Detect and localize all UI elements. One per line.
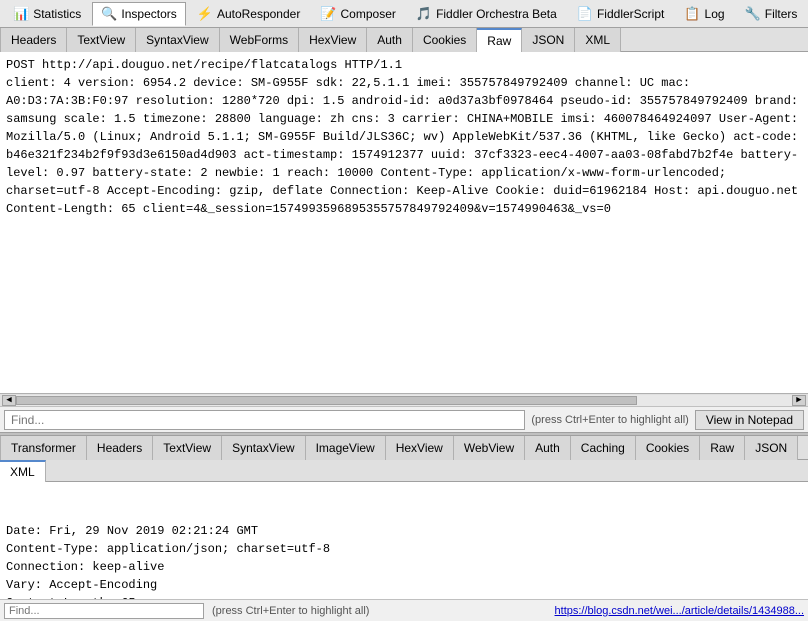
- composer-icon: 📝: [320, 6, 336, 22]
- tab-response-cookies[interactable]: Cookies: [636, 436, 700, 460]
- tab-request-xml[interactable]: XML: [575, 28, 621, 52]
- tab-request-cookies[interactable]: Cookies: [413, 28, 477, 52]
- tab-request-headers[interactable]: Headers: [0, 28, 67, 52]
- request-text-area: POST http://api.douguo.net/recipe/flatca…: [0, 52, 808, 393]
- fiddlerscript-icon: 📄: [577, 6, 593, 22]
- request-url-link[interactable]: http://api.douguo.net/recipe/flatcatalog…: [42, 58, 402, 72]
- tab-request-raw[interactable]: Raw: [477, 28, 522, 52]
- tab-response-headers[interactable]: Headers: [87, 436, 153, 460]
- tab-response-textview[interactable]: TextView: [153, 436, 222, 460]
- request-first-line: POST http://api.douguo.net/recipe/flatca…: [6, 56, 802, 74]
- filters-icon: 🔧: [745, 6, 761, 22]
- view-notepad-button[interactable]: View in Notepad: [695, 410, 804, 430]
- tab-response-raw[interactable]: Raw: [700, 436, 745, 460]
- tab-response-hexview[interactable]: HexView: [386, 436, 454, 460]
- tab-response-transformer[interactable]: Transformer: [0, 436, 87, 460]
- response-tab-bar: Transformer Headers TextView SyntaxView …: [0, 436, 808, 460]
- log-icon: 📋: [684, 6, 700, 22]
- tab-request-syntaxview[interactable]: SyntaxView: [136, 28, 219, 52]
- tab-request-textview[interactable]: TextView: [67, 28, 136, 52]
- tab-response-webview[interactable]: WebView: [454, 436, 525, 460]
- autoresponder-label: AutoResponder: [217, 7, 300, 21]
- inspectors-icon: 🔍: [101, 6, 117, 22]
- filters-label: Filters: [765, 7, 798, 21]
- tab-response-xml[interactable]: XML: [0, 460, 46, 482]
- tab-response-caching[interactable]: Caching: [571, 436, 636, 460]
- nav-item-fiddlerscript[interactable]: 📄 FiddlerScript: [568, 2, 674, 26]
- nav-item-composer[interactable]: 📝 Composer: [311, 2, 405, 26]
- response-bottom-bar: (press Ctrl+Enter to highlight all) http…: [0, 599, 808, 621]
- nav-item-fiddler-orchestra[interactable]: 🎵 Fiddler Orchestra Beta: [407, 2, 566, 26]
- hscroll-track[interactable]: [16, 395, 792, 406]
- post-label: POST: [6, 58, 42, 72]
- app-container: 📊 Statistics 🔍 Inspectors ⚡ AutoResponde…: [0, 0, 808, 621]
- nav-item-inspectors[interactable]: 🔍 Inspectors: [92, 2, 186, 26]
- request-find-input[interactable]: [4, 410, 525, 430]
- nav-item-log[interactable]: 📋 Log: [675, 2, 733, 26]
- response-sub-tab-bar: XML: [0, 460, 808, 482]
- request-hscroll[interactable]: ◀ ▶: [0, 393, 808, 406]
- fiddler-orchestra-label: Fiddler Orchestra Beta: [436, 7, 557, 21]
- inspectors-label: Inspectors: [121, 7, 176, 21]
- fiddler-orchestra-icon: 🎵: [416, 6, 432, 22]
- statistics-icon: 📊: [13, 6, 29, 22]
- top-nav-bar: 📊 Statistics 🔍 Inspectors ⚡ AutoResponde…: [0, 0, 808, 28]
- response-find-input[interactable]: [4, 603, 204, 619]
- composer-label: Composer: [341, 7, 396, 21]
- request-panel: Headers TextView SyntaxView WebForms Hex…: [0, 28, 808, 432]
- tab-request-auth[interactable]: Auth: [367, 28, 413, 52]
- response-text-area: Date: Fri, 29 Nov 2019 02:21:24 GMT Cont…: [0, 482, 808, 599]
- tab-response-auth[interactable]: Auth: [525, 436, 571, 460]
- tab-response-imageview[interactable]: ImageView: [306, 436, 386, 460]
- request-find-hint: (press Ctrl+Enter to highlight all): [525, 414, 694, 426]
- hscroll-left-btn[interactable]: ◀: [2, 395, 16, 406]
- tab-request-webforms[interactable]: WebForms: [220, 28, 299, 52]
- response-find-hint: (press Ctrl+Enter to highlight all): [208, 605, 373, 617]
- tab-response-json[interactable]: JSON: [745, 436, 798, 460]
- nav-item-autoresponder[interactable]: ⚡ AutoResponder: [188, 2, 310, 26]
- tab-request-hexview[interactable]: HexView: [299, 28, 367, 52]
- response-panel: Transformer Headers TextView SyntaxView …: [0, 436, 808, 621]
- tab-request-json[interactable]: JSON: [522, 28, 575, 52]
- autoresponder-icon: ⚡: [197, 6, 213, 22]
- tab-response-syntaxview[interactable]: SyntaxView: [222, 436, 305, 460]
- request-body-text: client: 4 version: 6954.2 device: SM-G95…: [6, 74, 802, 218]
- hscroll-thumb[interactable]: [16, 396, 637, 405]
- hscroll-right-btn[interactable]: ▶: [792, 395, 806, 406]
- response-content: Date: Fri, 29 Nov 2019 02:21:24 GMT Cont…: [6, 522, 802, 599]
- response-status-link[interactable]: https://blog.csdn.net/wei.../article/det…: [555, 605, 804, 617]
- log-label: Log: [705, 7, 725, 21]
- nav-item-statistics[interactable]: 📊 Statistics: [4, 2, 90, 26]
- request-find-bar: (press Ctrl+Enter to highlight all) View…: [0, 406, 808, 432]
- fiddlerscript-label: FiddlerScript: [597, 7, 664, 21]
- request-tab-bar: Headers TextView SyntaxView WebForms Hex…: [0, 28, 808, 52]
- statistics-label: Statistics: [33, 7, 81, 21]
- nav-item-filters[interactable]: 🔧 Filters: [736, 2, 807, 26]
